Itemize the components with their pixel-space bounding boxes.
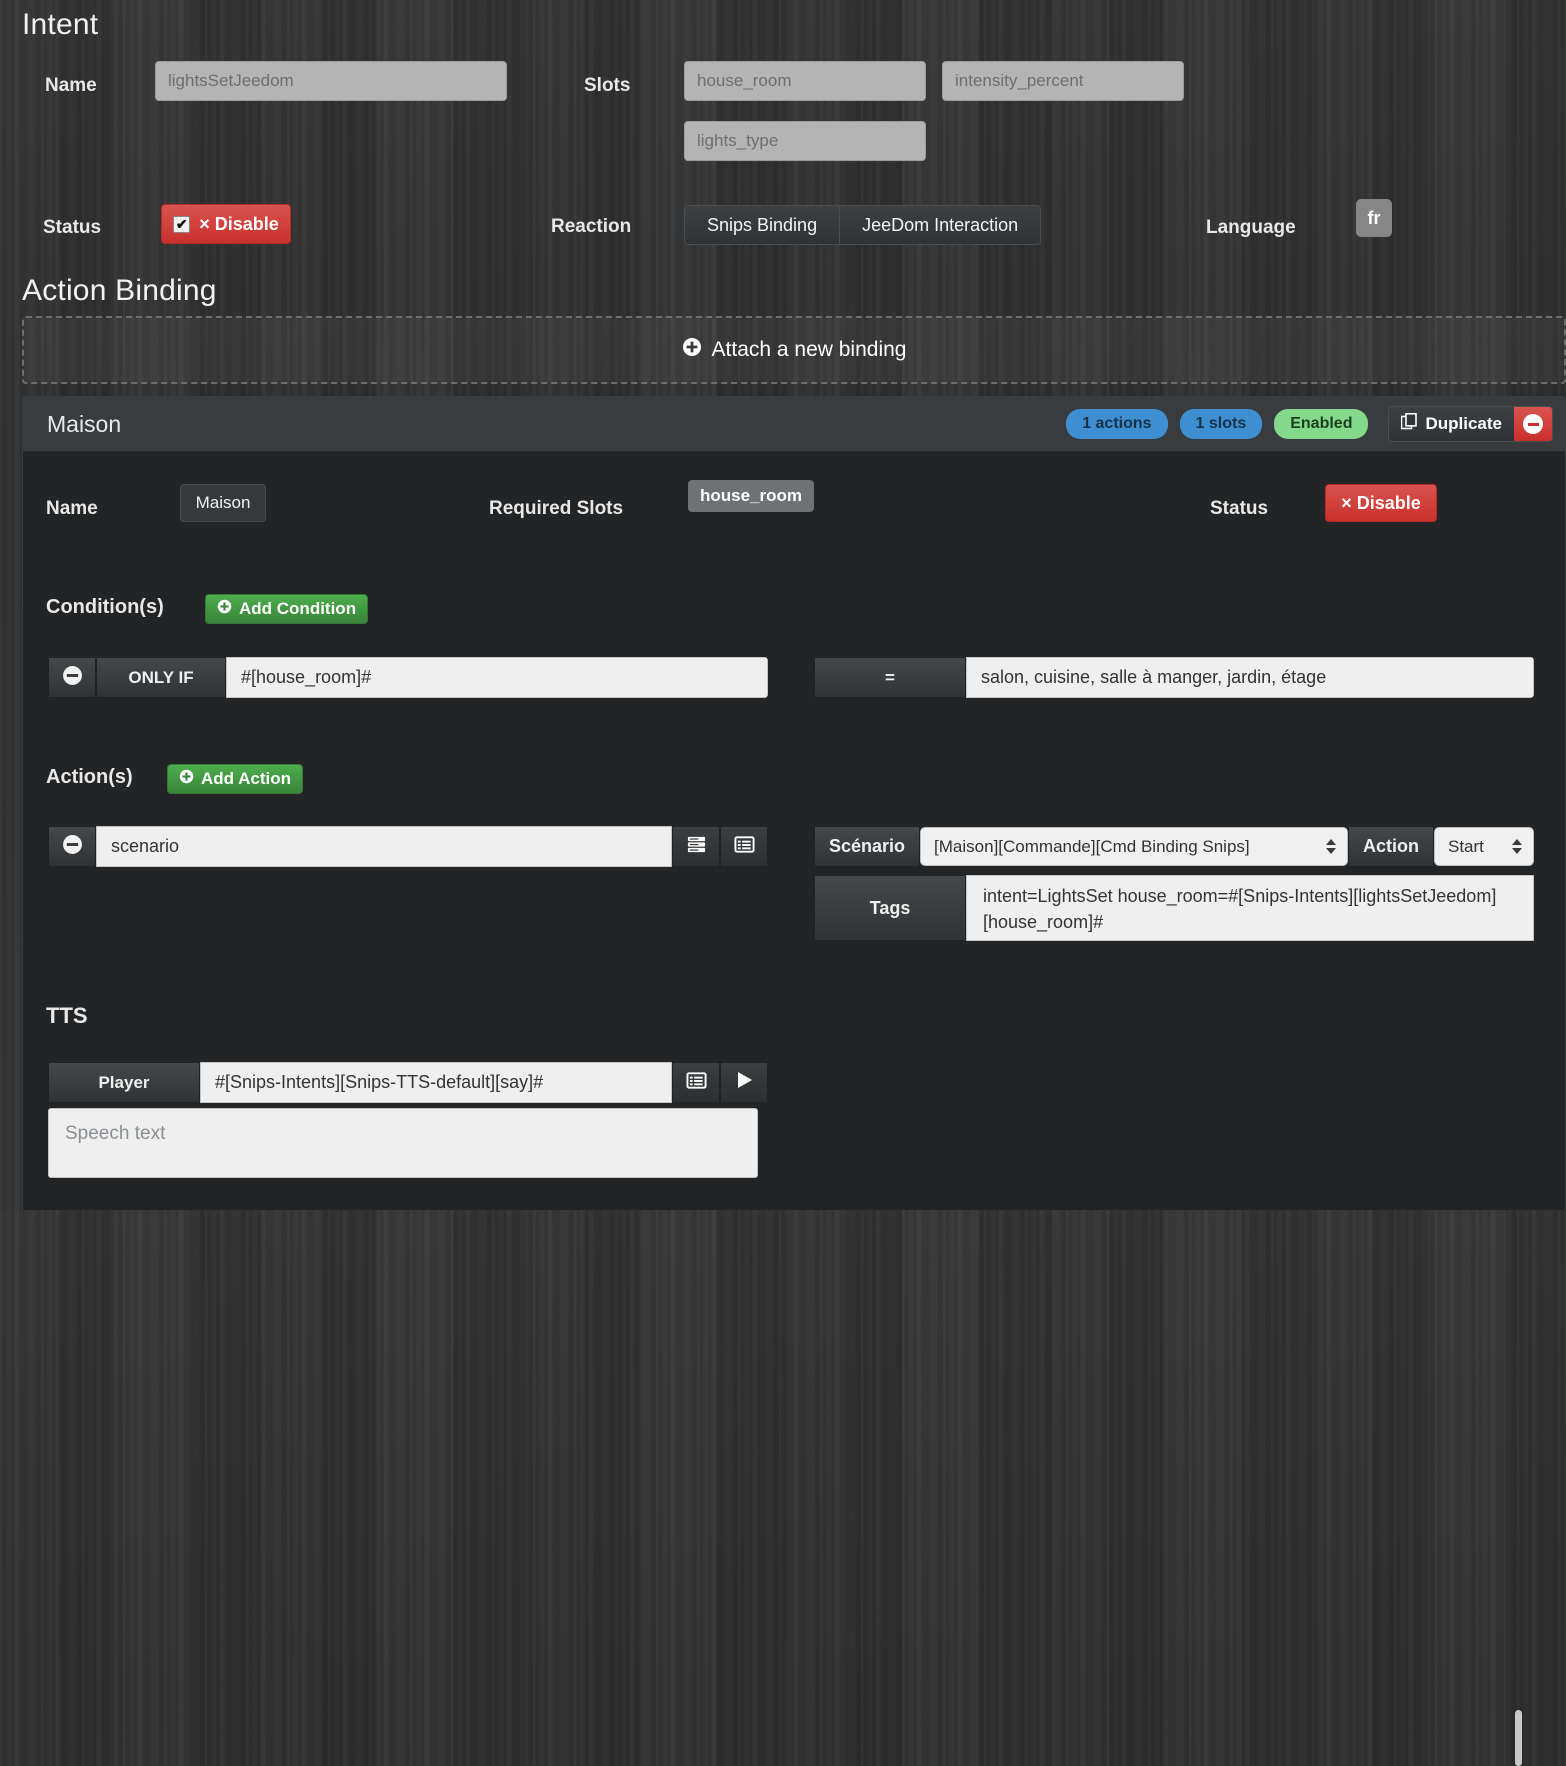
badge-enabled-state: Enabled — [1274, 409, 1369, 439]
condition-comparator-label: = — [814, 657, 966, 698]
intent-slot-input-1[interactable]: intensity_percent — [942, 61, 1184, 101]
page-title: Intent — [22, 8, 99, 41]
action-expression-button[interactable] — [672, 826, 720, 867]
add-action-label: Add Action — [201, 769, 292, 788]
action-binding-title: Action Binding — [22, 274, 217, 307]
binding-name-input[interactable]: Maison — [180, 484, 266, 522]
action-type-input[interactable]: scenario — [96, 826, 672, 867]
binding-name-label: Name — [46, 498, 98, 519]
add-condition-button[interactable]: Add Condition — [205, 594, 369, 624]
intent-status-label: Status — [43, 217, 102, 238]
required-slots-label: Required Slots — [489, 498, 624, 519]
binding-panel-title: Maison — [47, 410, 122, 437]
plus-circle-icon — [217, 599, 232, 619]
attach-new-binding-label: Attach a new binding — [711, 338, 907, 361]
scenario-select[interactable]: [Maison][Commande][Cmd Binding Snips] — [920, 827, 1348, 866]
play-icon — [733, 1069, 755, 1096]
copy-icon — [1401, 413, 1418, 435]
binding-status-disable-button[interactable]: × Disable — [1325, 484, 1437, 522]
chevron-updown-icon — [1325, 839, 1337, 854]
status-checkbox[interactable]: ✔ — [173, 215, 191, 233]
intent-slot-input-0[interactable]: house_room — [684, 61, 926, 101]
tts-label: TTS — [46, 1003, 88, 1028]
intent-slot-input-2[interactable]: lights_type — [684, 121, 926, 161]
attach-new-binding-button[interactable]: Attach a new binding — [22, 316, 1566, 384]
reaction-option-jeedom-interaction[interactable]: JeeDom Interaction — [839, 206, 1041, 244]
intent-slots-label: Slots — [584, 75, 631, 96]
action-start-select-value: Start — [1448, 836, 1484, 856]
minus-circle-icon — [62, 834, 83, 860]
list-alt-icon — [733, 834, 755, 860]
condition-left-input[interactable]: #[house_room]# — [226, 657, 768, 698]
minus-circle-icon — [62, 665, 83, 691]
condition-operator-label: ONLY IF — [96, 657, 226, 698]
remove-condition-button[interactable] — [48, 657, 96, 698]
minus-circle-icon — [1523, 414, 1543, 434]
tts-play-button[interactable] — [720, 1062, 768, 1103]
duplicate-button-label: Duplicate — [1425, 414, 1502, 433]
action-start-select[interactable]: Start — [1434, 827, 1534, 866]
plus-circle-icon — [179, 769, 194, 789]
reaction-option-snips-binding[interactable]: Snips Binding — [685, 206, 840, 244]
tags-row: Tags intent=LightsSet house_room=#[Snips… — [814, 875, 1534, 1766]
action-params: Scénario [Maison][Commande][Cmd Binding … — [814, 826, 1534, 1766]
intent-language-label: Language — [1206, 217, 1296, 238]
action-row: scenario — [48, 826, 768, 867]
server-icon — [686, 834, 707, 860]
intent-editor-page: Intent Name lightsSetJeedom Slots house_… — [0, 0, 1566, 1766]
duplicate-button[interactable]: Duplicate — [1389, 407, 1514, 441]
required-slot-badge[interactable]: house_room — [688, 480, 815, 512]
tts-player-row: Player #[Snips-Intents][Snips-TTS-defaul… — [48, 1062, 768, 1103]
intent-status-disable-button[interactable]: ✔ × Disable — [161, 204, 291, 244]
reaction-button-group: Snips Binding JeeDom Interaction — [684, 205, 1042, 245]
plus-circle-icon — [682, 337, 702, 363]
tts-player-label: Player — [48, 1062, 200, 1103]
add-condition-label: Add Condition — [239, 599, 357, 618]
scenario-row: Scénario [Maison][Commande][Cmd Binding … — [814, 826, 1534, 867]
tags-label: Tags — [814, 875, 966, 941]
remove-action-button[interactable] — [48, 826, 96, 867]
binding-panel-header: Maison 1 actions 1 slots Enabled Duplica… — [23, 397, 1565, 452]
tts-player-input[interactable]: #[Snips-Intents][Snips-TTS-default][say]… — [200, 1062, 672, 1103]
tts-list-button[interactable] — [672, 1062, 720, 1103]
action-param-label: Action — [1348, 826, 1434, 867]
condition-row-left: ONLY IF #[house_room]# — [48, 657, 768, 698]
badge-actions-count: 1 actions — [1066, 409, 1168, 439]
intent-reaction-label: Reaction — [551, 216, 632, 237]
tts-speech-textarea[interactable]: Speech text — [48, 1108, 758, 1178]
chevron-updown-icon — [1511, 839, 1523, 854]
condition-row-right: = salon, cuisine, salle à manger, jardin… — [814, 657, 1534, 698]
add-action-button[interactable]: Add Action — [167, 764, 304, 794]
binding-status-label: Status — [1210, 498, 1269, 519]
list-alt-icon — [685, 1070, 707, 1096]
conditions-label: Condition(s) — [46, 596, 164, 618]
intent-name-input[interactable]: lightsSetJeedom — [155, 61, 507, 101]
intent-status-button-label: × Disable — [199, 213, 279, 234]
remove-binding-button[interactable] — [1514, 407, 1552, 441]
actions-label: Action(s) — [46, 766, 133, 788]
tags-scrollbar[interactable] — [1515, 1710, 1522, 1766]
binding-panel-header-buttons: Duplicate — [1388, 406, 1553, 442]
scenario-label: Scénario — [814, 826, 921, 867]
action-list-button[interactable] — [720, 826, 768, 867]
badge-slots-count: 1 slots — [1179, 409, 1263, 439]
scenario-select-value: [Maison][Commande][Cmd Binding Snips] — [934, 836, 1250, 856]
condition-right-input[interactable]: salon, cuisine, salle à manger, jardin, … — [966, 657, 1534, 698]
language-badge[interactable]: fr — [1356, 199, 1392, 237]
tags-textarea[interactable]: intent=LightsSet house_room=#[Snips-Inte… — [966, 875, 1534, 941]
intent-name-label: Name — [45, 75, 97, 96]
